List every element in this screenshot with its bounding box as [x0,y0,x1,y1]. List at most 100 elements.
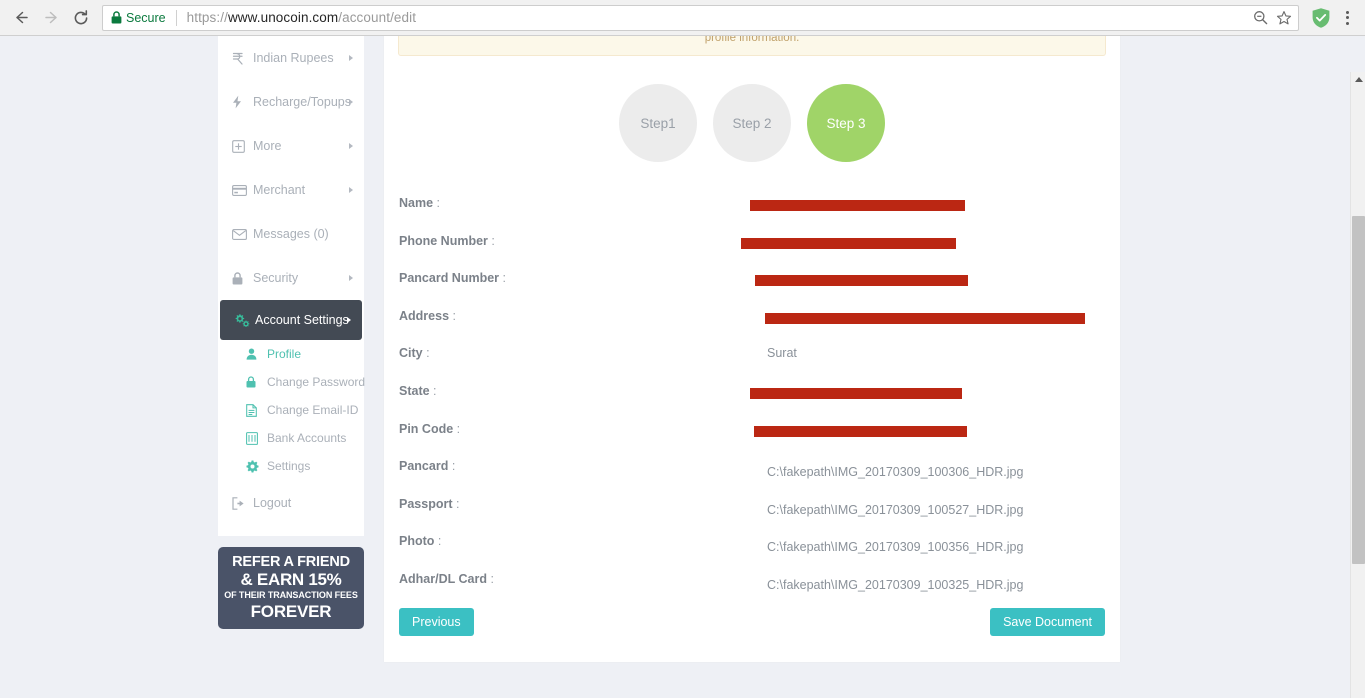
sidebar-subitem-bank-accounts[interactable]: Bank Accounts [218,424,364,452]
scrollbar-thumb[interactable] [1352,216,1365,564]
field-value [584,232,1105,250]
user-icon [246,348,262,360]
url-scheme: https:// [186,10,228,25]
sidebar-item-security[interactable]: Security [218,256,364,300]
field-label: State : [399,383,437,398]
profile-summary-list: Name : Phone Number : Pancard Number : A… [399,194,1105,608]
save-document-button[interactable]: Save Document [990,608,1105,636]
sidebar-subitem-profile[interactable]: Profile [218,340,364,368]
star-icon[interactable] [1276,10,1292,26]
omnibox-divider [175,9,177,26]
page-viewport: Indian Rupees Recharge/Topups More Merch… [0,36,1365,698]
sidebar-item-logout[interactable]: Logout [218,486,364,520]
redaction-bar [754,425,967,437]
chevron-right-icon [347,317,351,323]
search-zoom-icon[interactable] [1253,10,1268,25]
form-row-name: Name : [399,194,1105,232]
sidebar-subitem-settings[interactable]: Settings [218,452,364,480]
form-row-address: Address : [399,307,1105,345]
scrollbar-up-arrow[interactable] [1351,72,1365,87]
profile-alert-banner: profile information. [398,36,1106,56]
browser-toolbar: Secure https://www.unocoin.com/account/e… [0,0,1365,36]
sidebar: Indian Rupees Recharge/Topups More Merch… [218,36,366,536]
field-label: Adhar/DL Card : [399,571,494,586]
field-label: Address : [399,308,456,323]
envelope-icon [232,228,249,240]
field-value: C:\fakepath\IMG_20170309_100306_HDR.jpg [767,465,1024,480]
field-value: C:\fakepath\IMG_20170309_100325_HDR.jpg [767,577,1024,592]
lock-icon [111,11,122,24]
sidebar-item-indian-rupees[interactable]: Indian Rupees [218,36,364,80]
field-value [584,420,1105,438]
form-row-adhar-dl-card-file: Adhar/DL Card : C:\fakepath\IMG_20170309… [399,570,1105,608]
form-row-pancard-file: Pancard : C:\fakepath\IMG_20170309_10030… [399,457,1105,495]
field-label: City : [399,346,430,361]
sidebar-item-recharge-topups[interactable]: Recharge/Topups [218,80,364,124]
bank-icon [246,431,262,445]
forward-button[interactable] [36,3,66,33]
sidebar-subitem-label: Change Email-ID [267,403,359,417]
profile-alert-text: profile information. [704,36,800,44]
refer-banner-line-2: & EARN 15% [240,570,342,589]
sidebar-subitem-change-email-id[interactable]: Change Email-ID [218,396,364,424]
step-1-circle[interactable]: Step1 [619,84,697,162]
field-value [584,269,1105,287]
three-dot-menu-icon[interactable] [1333,4,1361,32]
previous-button[interactable]: Previous [399,608,474,636]
field-label: Pin Code : [399,421,461,436]
field-label: Pancard Number : [399,271,506,286]
sidebar-item-account-settings[interactable]: Account Settings [220,300,362,340]
sidebar-item-messages[interactable]: Messages (0) [218,212,364,256]
sidebar-subitem-change-password[interactable]: Change Password [218,368,366,396]
url-text: https://www.unocoin.com/account/edit [187,10,1247,25]
step-2-circle[interactable]: Step 2 [713,84,791,162]
adguard-shield-icon[interactable] [1311,7,1331,29]
sidebar-item-more[interactable]: More [218,124,364,168]
sidebar-subitem-label: Profile [267,347,302,361]
redaction-bar [750,200,965,211]
form-row-photo-file: Photo : C:\fakepath\IMG_20170309_100356_… [399,532,1105,570]
refer-banner-line-1: REFER A FRIEND [232,554,350,570]
redaction-bar [741,237,956,249]
rupee-icon [232,52,249,65]
chevron-right-icon [349,187,353,193]
form-actions: Previous Save Document [399,608,1105,636]
field-label: Passport : [399,496,460,511]
field-value: Surat [767,346,797,361]
form-row-pin-code: Pin Code : [399,420,1105,458]
sidebar-item-label: Account Settings [255,313,349,327]
sidebar-item-label: Indian Rupees [253,51,334,65]
chevron-right-icon [349,143,353,149]
chevron-right-icon [349,99,353,105]
redaction-bar [765,312,1085,324]
logout-icon [232,496,249,510]
secure-label: Secure [126,10,166,25]
back-button[interactable] [6,3,36,33]
sidebar-item-label: Messages (0) [253,227,329,241]
sidebar-item-label: Merchant [253,183,306,197]
field-label: Name : [399,196,440,210]
sidebar-item-merchant[interactable]: Merchant [218,168,364,212]
form-row-state: State : [399,382,1105,420]
sidebar-item-label: More [253,139,282,153]
step-indicator: Step1 Step 2 Step 3 [384,84,1120,162]
page-scrollbar[interactable] [1350,72,1365,698]
address-bar[interactable]: Secure https://www.unocoin.com/account/e… [102,4,1299,31]
field-value [584,307,1105,325]
sidebar-subitem-label: Change Password [267,375,366,389]
plus-square-icon [232,139,249,153]
bolt-icon [232,95,249,109]
url-host: www.unocoin.com [227,10,339,25]
sidebar-item-label: Logout [253,496,292,510]
gear-icon [246,460,262,473]
step-3-circle[interactable]: Step 3 [807,84,885,162]
field-value [584,194,1105,212]
reload-button[interactable] [66,3,96,33]
lock-icon [246,376,262,388]
form-row-city: City : Surat [399,344,1105,382]
refer-a-friend-banner[interactable]: REFER A FRIEND & EARN 15% OF THEIR TRANS… [218,547,364,629]
lock-icon [232,271,249,285]
field-label: Photo : [399,534,442,549]
field-value: C:\fakepath\IMG_20170309_100356_HDR.jpg [767,540,1024,555]
chevron-right-icon [349,275,353,281]
